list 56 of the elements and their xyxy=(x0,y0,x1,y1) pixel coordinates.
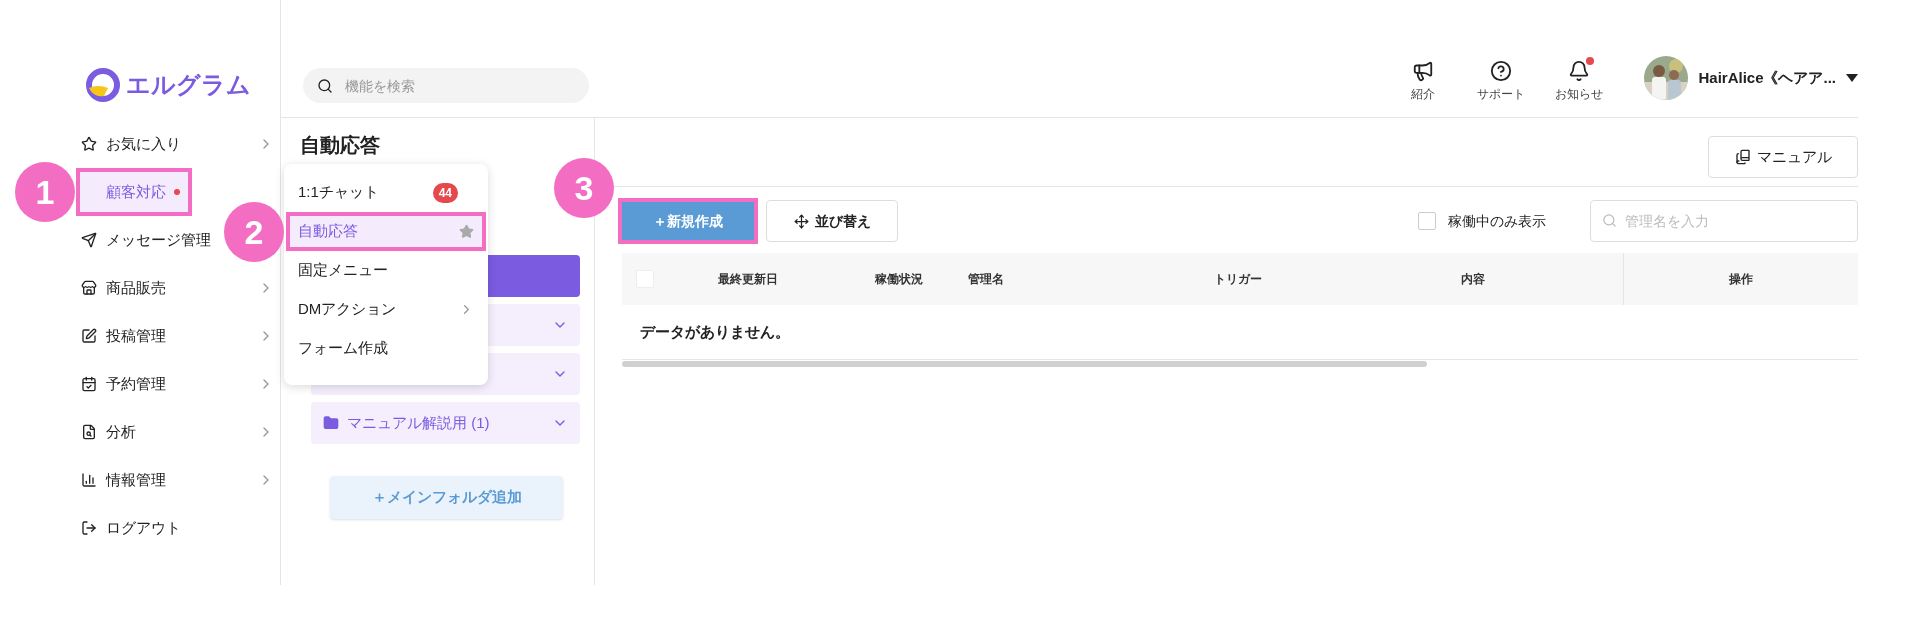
sidebar-item[interactable]: ログアウト xyxy=(76,504,193,552)
logo-text: エルグラム xyxy=(126,70,251,100)
sidebar-item[interactable]: メッセージ管理 xyxy=(76,216,223,264)
submenu-item[interactable]: フォーム作成 xyxy=(286,329,486,368)
submenu-item[interactable]: 固定メニュー xyxy=(286,251,486,290)
page-title: 自動応答 xyxy=(299,133,381,158)
sidebar-item[interactable]: 情報管理 xyxy=(76,456,278,504)
star-icon xyxy=(81,136,97,152)
move-icon xyxy=(793,213,809,229)
folder-icon xyxy=(323,415,339,431)
calendar-icon xyxy=(81,376,97,392)
column-header: 操作 xyxy=(1623,253,1858,305)
column-header: トリガー xyxy=(1213,271,1263,288)
search-icon xyxy=(1602,213,1617,228)
manual-button[interactable]: マニュアル xyxy=(1708,136,1858,178)
search-icon xyxy=(317,78,333,94)
search-field[interactable]: 機能を検索 xyxy=(303,68,589,103)
header-button[interactable]: サポート xyxy=(1470,60,1533,103)
edit-icon xyxy=(81,328,97,344)
user-menu[interactable]: HairAlice《ヘアア... xyxy=(1644,56,1858,100)
sidebar-item[interactable]: 投稿管理 xyxy=(76,312,278,360)
bar-chart-icon xyxy=(81,472,97,488)
logo-icon xyxy=(86,68,120,102)
store-icon xyxy=(81,280,97,296)
sidebar-item[interactable]: 分析 xyxy=(76,408,278,456)
name-search-field[interactable]: 管理名を入力 xyxy=(1590,200,1858,242)
megaphone-icon xyxy=(1412,60,1435,82)
step-number: 1 xyxy=(15,162,75,222)
caret-icon xyxy=(1846,74,1858,82)
column-header: 管理名 xyxy=(968,271,1005,288)
sidebar-item[interactable]: 予約管理 xyxy=(76,360,278,408)
logout-icon xyxy=(81,520,97,536)
sidebar-item[interactable]: 商品販売 xyxy=(76,264,278,312)
submenu-item[interactable]: 1:1チャット 44 xyxy=(286,173,486,212)
book-icon xyxy=(1734,149,1751,165)
step-number: 2 xyxy=(224,202,284,262)
folder-row[interactable]: マニュアル解説用 (1) xyxy=(311,402,580,444)
step-number: 3 xyxy=(554,158,614,218)
filter-label: 稼働中のみ表示 xyxy=(1448,211,1546,231)
submenu-item[interactable]: 自動応答 xyxy=(286,212,486,251)
column-header: 内容 xyxy=(1460,271,1486,288)
column-header: 稼働状況 xyxy=(874,271,924,288)
header-button[interactable]: 紹介 xyxy=(1392,60,1455,103)
checkbox[interactable] xyxy=(1418,212,1436,230)
sidebar-item[interactable]: お気に入り xyxy=(76,120,278,168)
column-header: 最終更新日 xyxy=(717,271,779,288)
document-search-icon xyxy=(81,424,97,440)
send-icon xyxy=(81,232,97,248)
sidebar-item[interactable]: 顧客対応 xyxy=(76,168,192,216)
sort-button[interactable]: 並び替え xyxy=(766,200,898,242)
count-badge: 44 xyxy=(432,182,458,203)
submenu-item[interactable]: DMアクション xyxy=(286,290,486,329)
header-button[interactable]: お知らせ xyxy=(1548,60,1611,103)
empty-message: データがありません。 xyxy=(622,305,1858,360)
bell-icon xyxy=(1568,60,1591,82)
help-icon xyxy=(1490,60,1513,82)
